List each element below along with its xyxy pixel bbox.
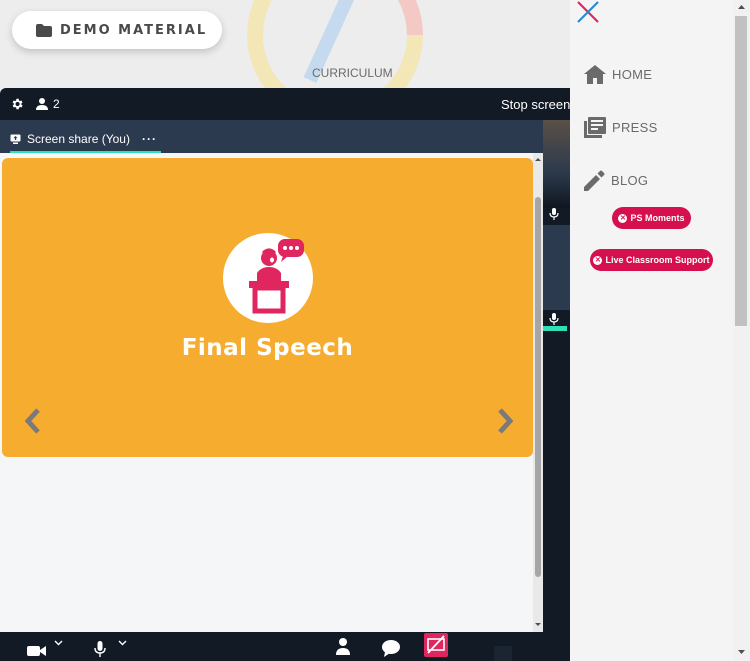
- share-tabbar: Screen share (You) ···: [0, 120, 543, 153]
- home-icon: [584, 65, 606, 84]
- microphone-icon: [549, 313, 559, 325]
- slide-title: Final Speech: [181, 335, 354, 361]
- participants-icon[interactable]: [336, 638, 350, 655]
- menu-item-press[interactable]: PRESS: [584, 117, 658, 138]
- scroll-up-icon[interactable]: [733, 0, 750, 14]
- participant-video-thumb-self[interactable]: [543, 225, 570, 310]
- close-circle-icon: ✕: [593, 255, 603, 265]
- more-controls-icon[interactable]: [494, 646, 512, 661]
- chevron-left-icon[interactable]: [23, 406, 43, 436]
- audio-level-indicator: [543, 326, 567, 331]
- camera-icon[interactable]: [27, 644, 47, 656]
- live-classroom-support-button[interactable]: ✕ Live Classroom Support: [590, 249, 713, 271]
- shared-screen-area: Final Speech: [0, 153, 543, 632]
- slide-card: Final Speech: [2, 158, 533, 457]
- close-circle-icon: ✕: [618, 213, 628, 223]
- person-icon: [36, 98, 48, 110]
- menu-item-label: PRESS: [612, 120, 658, 135]
- stop-screen-button[interactable]: Stop screen: [501, 97, 570, 112]
- tab-screen-share[interactable]: Screen share (You) ···: [10, 127, 161, 153]
- participant-count: 2: [53, 97, 60, 111]
- demo-material-label: DEMO MATERIAL: [60, 22, 208, 38]
- side-menu: HOME PRESS BLOG ✕ PS Moments ✕ Live Clas…: [570, 0, 750, 661]
- scroll-up-icon[interactable]: [533, 155, 543, 163]
- menu-scroll-thumb[interactable]: [735, 16, 747, 326]
- menu-item-label: BLOG: [611, 173, 649, 188]
- menu-item-label: HOME: [612, 67, 653, 82]
- menu-item-blog[interactable]: BLOG: [584, 170, 648, 191]
- participant-video-thumb[interactable]: [543, 120, 570, 208]
- participant-thumbnails: [543, 120, 570, 632]
- curriculum-link[interactable]: CURRICULUM: [312, 66, 393, 80]
- microphone-icon: [549, 208, 559, 220]
- chat-icon[interactable]: [382, 640, 400, 657]
- folder-icon: [36, 23, 52, 37]
- content-scroll-thumb[interactable]: [535, 197, 541, 577]
- menu-item-home[interactable]: HOME: [584, 65, 652, 84]
- chevron-down-icon[interactable]: [118, 640, 127, 646]
- ps-moments-button[interactable]: ✕ PS Moments: [612, 207, 691, 229]
- call-topbar: 2 Stop screen: [0, 88, 570, 120]
- tab-label: Screen share (You): [27, 132, 130, 146]
- pill-label: Live Classroom Support: [605, 255, 710, 265]
- call-controls: [0, 632, 570, 661]
- demo-material-button[interactable]: DEMO MATERIAL: [12, 11, 222, 49]
- chevron-down-icon[interactable]: [54, 640, 63, 646]
- pill-label: PS Moments: [630, 213, 685, 223]
- stop-share-icon[interactable]: [424, 633, 448, 657]
- microphone-icon[interactable]: [94, 641, 106, 657]
- newspaper-icon: [584, 117, 606, 138]
- scroll-down-icon[interactable]: [733, 645, 750, 659]
- more-options-icon[interactable]: ···: [142, 132, 157, 146]
- speaker-podium-icon: [249, 239, 304, 314]
- speech-illustration: [223, 233, 313, 323]
- gear-icon[interactable]: [10, 97, 24, 111]
- chevron-right-icon[interactable]: [495, 406, 515, 436]
- screen-share-icon: [10, 134, 21, 144]
- scroll-down-icon[interactable]: [533, 621, 543, 629]
- close-icon[interactable]: [576, 0, 600, 24]
- video-call-window: 2 Stop screen Screen share (You) ··· Fin…: [0, 88, 570, 661]
- pencil-icon: [584, 170, 605, 191]
